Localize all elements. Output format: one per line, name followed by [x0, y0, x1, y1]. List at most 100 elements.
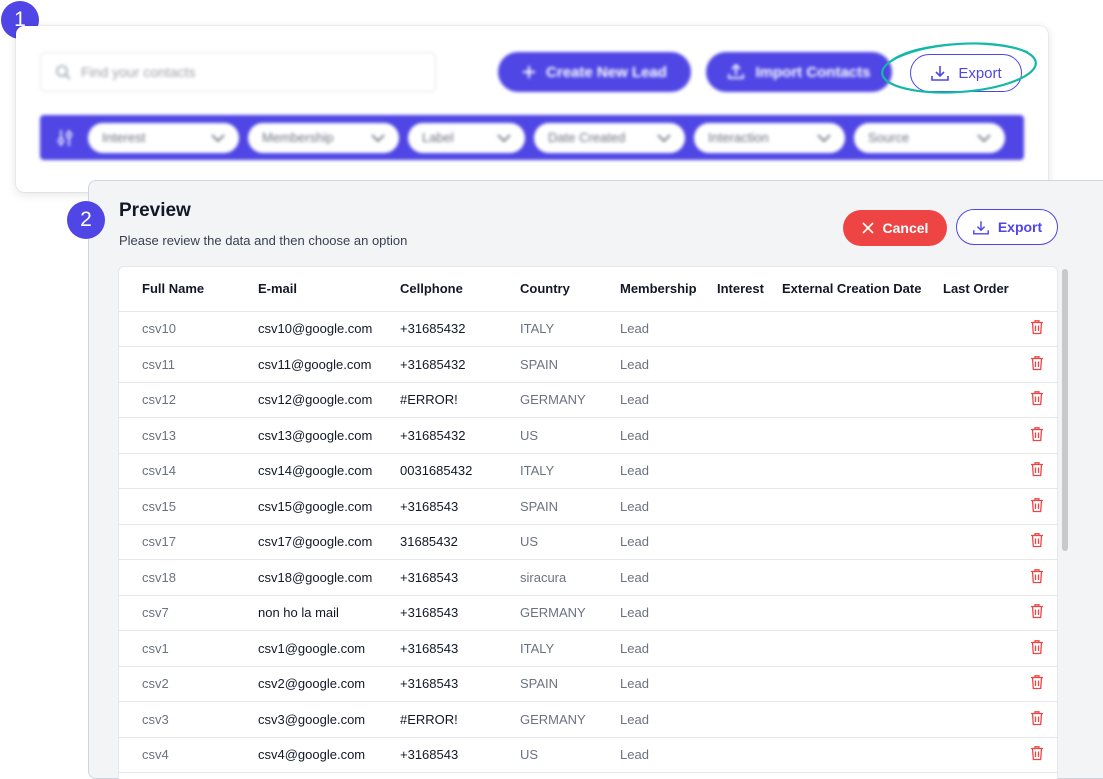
cell-external-creation-date [782, 417, 943, 454]
cell-membership: Lead [620, 488, 717, 525]
table-row: csv1 csv1@google.com +3168543 ITALY Lead [119, 630, 1057, 667]
cell-interest [717, 524, 782, 560]
trash-icon [1030, 533, 1044, 551]
cell-country: SPAIN [520, 488, 620, 525]
delete-row-button[interactable] [1015, 453, 1057, 489]
trash-icon [1030, 746, 1044, 764]
cell-last-order [943, 524, 1015, 560]
header-spacer [119, 267, 142, 312]
search-icon [56, 65, 71, 80]
cell-email: csv15@google.com [258, 488, 400, 525]
delete-row-button[interactable] [1015, 595, 1057, 631]
cell-country: GERMANY [520, 382, 620, 418]
delete-row-button[interactable] [1015, 701, 1057, 738]
cell-country: GERMANY [520, 701, 620, 738]
cell-country: US [520, 737, 620, 773]
search-box[interactable] [40, 52, 436, 92]
import-contacts-button[interactable]: Import Contacts [706, 52, 892, 92]
header-country: Country [520, 267, 620, 312]
delete-row-button[interactable] [1015, 488, 1057, 525]
cell-membership: Lead [620, 346, 717, 383]
search-input[interactable] [81, 64, 401, 80]
cell-email: non ho la mail [258, 595, 400, 631]
table-row: csv4 csv4@google.com +3168543 US Lead [119, 737, 1057, 773]
cell-full-name: csv17 [142, 524, 258, 560]
filter-membership[interactable]: Membership [248, 122, 399, 153]
cell-cellphone: +3168543 [400, 737, 520, 773]
cell-country: ITALY [520, 311, 620, 347]
table-body: csv10 csv10@google.com +31685432 ITALY Lead c… [119, 311, 1057, 773]
cell-membership: Lead [620, 595, 717, 631]
cell-full-name: csv3 [142, 701, 258, 738]
cell-interest [717, 382, 782, 418]
filter-interaction[interactable]: Interaction [694, 122, 845, 153]
cell-membership: Lead [620, 453, 717, 489]
cell-full-name: csv2 [142, 666, 258, 702]
cell-cellphone: +3168543 [400, 630, 520, 667]
sliders-icon[interactable] [52, 125, 78, 151]
cell-interest [717, 488, 782, 525]
cell-external-creation-date [782, 453, 943, 489]
row-spacer [119, 417, 142, 454]
preview-export-button[interactable]: Export [956, 209, 1058, 245]
header-cellphone: Cellphone [400, 267, 520, 312]
cell-full-name: csv18 [142, 559, 258, 596]
delete-row-button[interactable] [1015, 311, 1057, 347]
cell-interest [717, 701, 782, 738]
close-icon [861, 222, 874, 234]
cancel-button[interactable]: Cancel [843, 210, 947, 246]
cell-membership: Lead [620, 630, 717, 667]
cell-interest [717, 453, 782, 489]
cell-interest [717, 737, 782, 773]
trash-icon [1030, 391, 1044, 409]
trash-icon [1030, 426, 1044, 445]
table-scrollbar[interactable] [1062, 269, 1068, 551]
delete-row-button[interactable] [1015, 382, 1057, 418]
cell-external-creation-date [782, 311, 943, 347]
cell-country: SPAIN [520, 666, 620, 702]
delete-row-button[interactable] [1015, 559, 1057, 596]
table-row: csv17 csv17@google.com 31685432 US Lead [119, 524, 1057, 560]
cell-last-order [943, 737, 1015, 773]
table-row: csv3 csv3@google.com #ERROR! GERMANY Lead [119, 701, 1057, 738]
cell-interest [717, 346, 782, 383]
delete-row-button[interactable] [1015, 666, 1057, 702]
cell-email: csv1@google.com [258, 630, 400, 667]
filter-label[interactable]: Label [408, 122, 525, 153]
cell-cellphone: +3168543 [400, 488, 520, 525]
chevron-down-icon [371, 133, 385, 142]
cell-last-order [943, 488, 1015, 525]
table-row: csv11 csv11@google.com +31685432 SPAIN Lead [119, 346, 1057, 383]
cell-external-creation-date [782, 701, 943, 738]
cell-full-name: csv10 [142, 311, 258, 347]
chevron-down-icon [817, 133, 831, 142]
create-new-lead-button[interactable]: Create New Lead [498, 52, 691, 92]
delete-row-button[interactable] [1015, 524, 1057, 560]
delete-row-button[interactable] [1015, 346, 1057, 383]
filter-interest[interactable]: Interest [88, 122, 239, 153]
cell-cellphone: +31685432 [400, 417, 520, 454]
cell-email: csv11@google.com [258, 346, 400, 383]
table-row: csv18 csv18@google.com +3168543 siracura Lea… [119, 559, 1057, 596]
delete-row-button[interactable] [1015, 630, 1057, 667]
cell-full-name: csv14 [142, 453, 258, 489]
cell-membership: Lead [620, 737, 717, 773]
cell-interest [717, 417, 782, 454]
delete-row-button[interactable] [1015, 737, 1057, 773]
filter-source[interactable]: Source [854, 122, 1005, 153]
export-button[interactable]: Export [910, 54, 1022, 92]
cell-last-order [943, 417, 1015, 454]
cell-email: csv3@google.com [258, 701, 400, 738]
filter-date-created[interactable]: Date Created [534, 122, 685, 153]
cell-external-creation-date [782, 666, 943, 702]
cell-membership: Lead [620, 311, 717, 347]
preview-table: Full Name E-mail Cellphone Country Membe… [118, 266, 1058, 779]
cell-email: csv4@google.com [258, 737, 400, 773]
row-spacer [119, 346, 142, 383]
trash-icon [1030, 675, 1044, 693]
table-row: csv2 csv2@google.com +3168543 SPAIN Lead [119, 666, 1057, 702]
cell-full-name: csv13 [142, 417, 258, 454]
table-row: csv7 non ho la mail +3168543 GERMANY Lead [119, 595, 1057, 631]
chevron-down-icon [657, 133, 671, 142]
delete-row-button[interactable] [1015, 417, 1057, 454]
